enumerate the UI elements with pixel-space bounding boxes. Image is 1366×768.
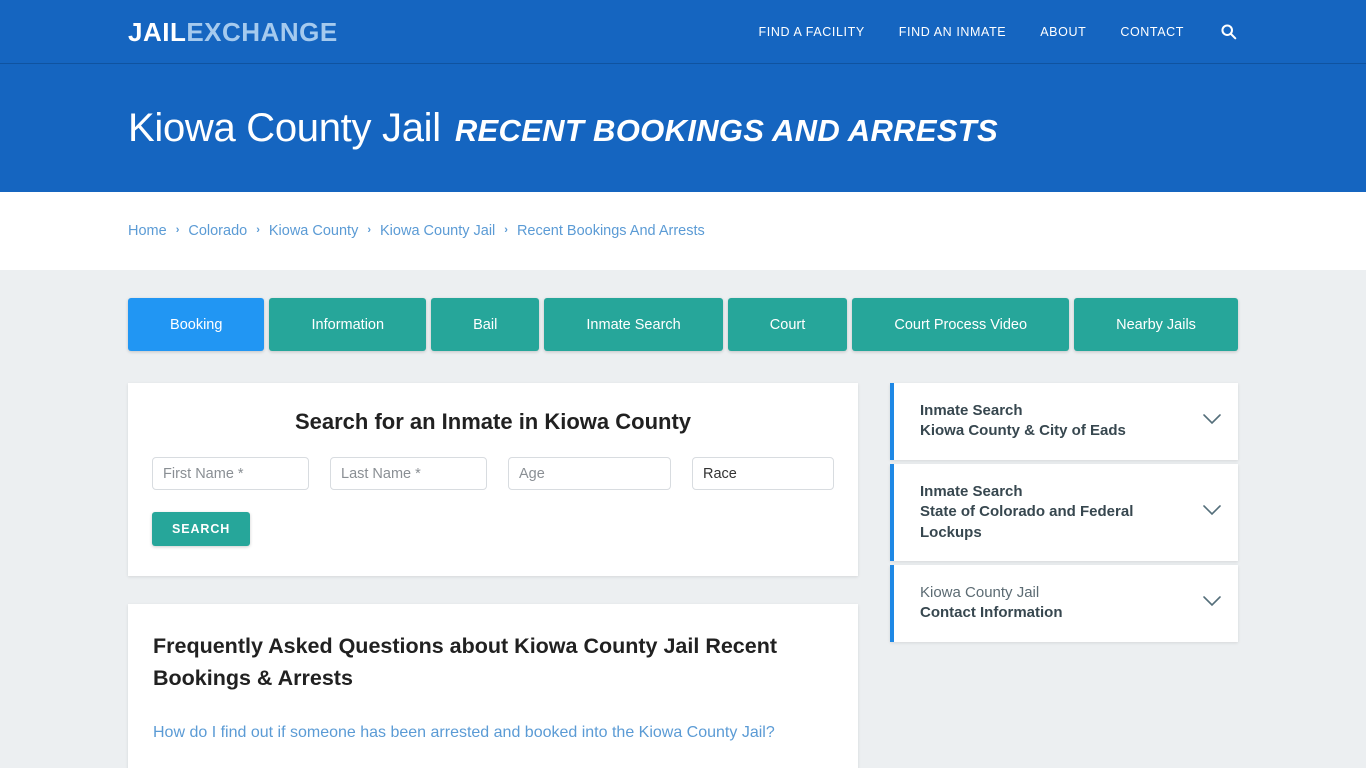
sidebar-item-inmate-search-county[interactable]: Inmate Search Kiowa County & City of Ead… (890, 383, 1238, 460)
accordion-label: Inmate Search State of Colorado and Fede… (920, 482, 1190, 543)
sidebar: Inmate Search Kiowa County & City of Ead… (890, 383, 1238, 646)
accordion-line-2: Contact Information (920, 604, 1063, 622)
page-title-main: Kiowa County Jail (128, 105, 441, 150)
nav-item-find-an-inmate[interactable]: FIND AN INMATE (899, 25, 1006, 39)
chevron-down-icon[interactable] (1202, 594, 1222, 612)
breadcrumb-band: Home › Colorado › Kiowa County › Kiowa C… (0, 192, 1366, 270)
page-title-subtitle: RECENT BOOKINGS AND ARRESTS (454, 112, 999, 148)
chevron-right-icon: › (367, 224, 372, 236)
tab-court-process-video[interactable]: Court Process Video (852, 298, 1070, 351)
chevron-right-icon: › (256, 224, 260, 236)
page-title-band: Kiowa County Jail RECENT BOOKINGS AND AR… (0, 64, 1366, 192)
breadcrumb-item-recent-bookings[interactable]: Recent Bookings And Arrests (517, 223, 705, 239)
breadcrumb-item-home[interactable]: Home (128, 223, 167, 239)
breadcrumb-item-colorado[interactable]: Colorado (188, 223, 247, 239)
nav-item-contact[interactable]: CONTACT (1120, 25, 1184, 39)
accordion-line-1: Inmate Search (920, 402, 1023, 419)
chevron-down-icon[interactable] (1202, 503, 1222, 521)
nav-item-find-a-facility[interactable]: FIND A FACILITY (759, 25, 865, 39)
tab-information[interactable]: Information (269, 298, 427, 351)
site-header: JAILEXCHANGE FIND A FACILITY FIND AN INM… (0, 0, 1366, 64)
tab-inmate-search[interactable]: Inmate Search (544, 298, 723, 351)
accordion-label: Kiowa County Jail Contact Information (920, 583, 1190, 624)
sidebar-item-contact-information[interactable]: Kiowa County Jail Contact Information (890, 564, 1238, 642)
inmate-search-fields: Race (152, 457, 834, 490)
logo-text-primary: JAIL (128, 16, 187, 47)
main-column: Search for an Inmate in Kiowa County Rac… (128, 383, 858, 768)
faq-panel: Frequently Asked Questions about Kiowa C… (128, 604, 858, 768)
last-name-input[interactable] (330, 457, 487, 490)
search-button[interactable]: SEARCH (152, 512, 251, 546)
breadcrumb-item-kiowa-county-jail[interactable]: Kiowa County Jail (380, 223, 495, 239)
faq-heading: Frequently Asked Questions about Kiowa C… (153, 634, 778, 690)
tab-nearby-jails[interactable]: Nearby Jails (1074, 298, 1238, 351)
accordion-line-1: Inmate Search (920, 482, 1023, 500)
accordion-label: Inmate Search Kiowa County & City of Ead… (920, 401, 1190, 442)
site-logo[interactable]: JAILEXCHANGE (128, 19, 338, 45)
tab-booking[interactable]: Booking (128, 298, 265, 351)
breadcrumb-item-kiowa-county[interactable]: Kiowa County (269, 223, 358, 239)
page-title: Kiowa County Jail RECENT BOOKINGS AND AR… (128, 106, 998, 151)
logo-text-secondary: EXCHANGE (186, 16, 338, 47)
nav-item-about[interactable]: ABOUT (1040, 25, 1086, 39)
accordion-line-1: Kiowa County Jail (920, 583, 1040, 601)
breadcrumb: Home › Colorado › Kiowa County › Kiowa C… (128, 223, 705, 239)
section-tabs: Booking Information Bail Inmate Search C… (128, 298, 1238, 351)
chevron-right-icon: › (175, 224, 180, 236)
main-navigation: FIND A FACILITY FIND AN INMATE ABOUT CON… (759, 22, 1238, 42)
accordion-line-2: State of Colorado and Federal Lockups (920, 503, 1134, 541)
race-select[interactable]: Race (692, 457, 834, 490)
sidebar-item-inmate-search-state[interactable]: Inmate Search State of Colorado and Fede… (890, 463, 1238, 561)
inmate-search-heading: Search for an Inmate in Kiowa County (294, 409, 692, 434)
accordion-line-2: Kiowa County & City of Eads (920, 422, 1126, 440)
search-icon[interactable] (1218, 22, 1238, 42)
age-input[interactable] (508, 457, 671, 490)
page-content: Booking Information Bail Inmate Search C… (0, 270, 1366, 768)
inmate-search-panel: Search for an Inmate in Kiowa County Rac… (128, 383, 858, 576)
faq-question-link[interactable]: How do I find out if someone has been ar… (153, 721, 833, 746)
tab-bail[interactable]: Bail (431, 298, 540, 351)
first-name-input[interactable] (152, 457, 309, 490)
chevron-down-icon[interactable] (1202, 412, 1222, 430)
tab-court[interactable]: Court (727, 298, 848, 351)
chevron-right-icon: › (504, 224, 508, 236)
